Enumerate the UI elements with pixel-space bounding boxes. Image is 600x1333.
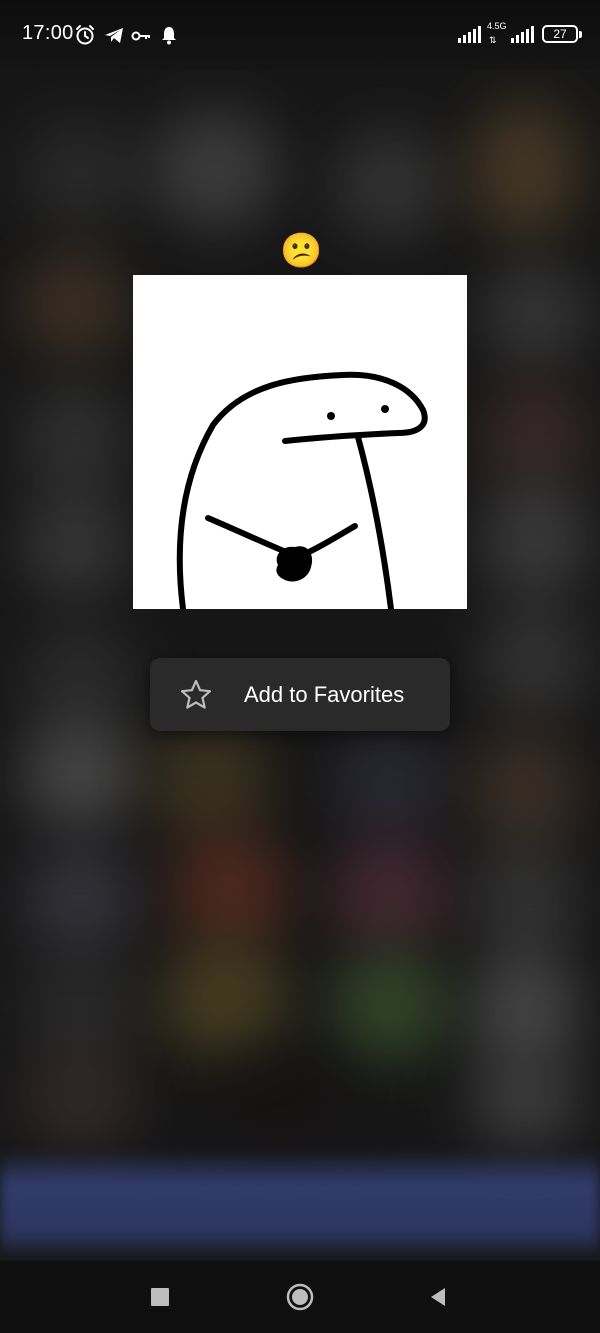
home-circle-icon	[286, 1283, 314, 1311]
telegram-icon	[105, 28, 123, 43]
home-button[interactable]	[282, 1279, 318, 1315]
sticker-emoji: 😕	[280, 232, 323, 270]
vpn-key-icon	[131, 31, 150, 41]
notification-bell-icon	[162, 27, 176, 45]
back-button[interactable]	[420, 1279, 456, 1315]
status-time: 17:00	[22, 22, 74, 44]
battery-icon: 27	[542, 25, 582, 43]
battery-level: 27	[553, 27, 567, 41]
sticker-preview-image	[133, 275, 467, 609]
flork-sticker-drawing	[176, 371, 428, 609]
add-to-favorites-label: Add to Favorites	[244, 681, 405, 707]
alarm-icon	[76, 25, 94, 45]
navigation-bar	[0, 1261, 600, 1333]
add-to-favorites-menu-item[interactable]: Add to Favorites	[150, 658, 450, 731]
screen: 17:00 4.5G ⇅ 27 😕 Add to Favorites	[0, 0, 600, 1333]
signal-icon	[458, 25, 481, 43]
signal-secondary-icon	[511, 25, 534, 43]
recents-button[interactable]	[142, 1279, 178, 1315]
status-bar: 17:00 4.5G ⇅ 27	[0, 0, 600, 70]
star-outline-icon	[180, 679, 212, 709]
recents-square-icon	[151, 1288, 169, 1306]
network-type: 4.5G	[487, 21, 507, 31]
signal-4g-icon: 4.5G ⇅	[487, 21, 507, 45]
back-triangle-icon	[431, 1288, 445, 1306]
